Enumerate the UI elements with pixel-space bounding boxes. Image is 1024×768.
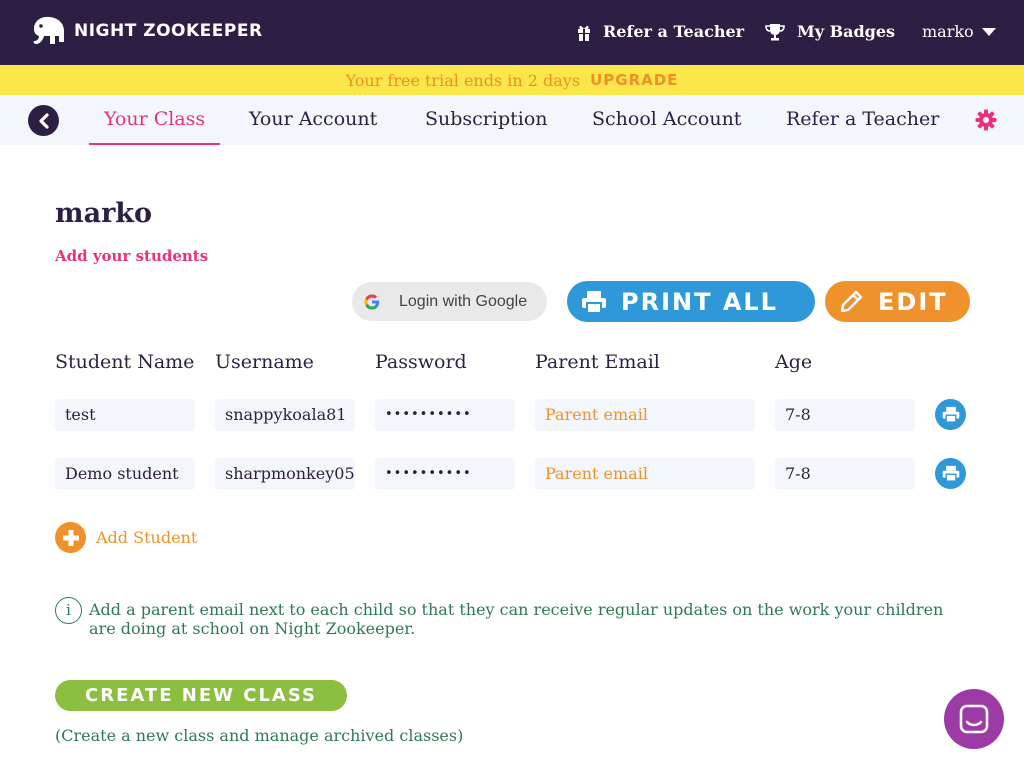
column-header-student-name: Student Name [55, 351, 195, 373]
chevron-left-icon [38, 112, 49, 129]
print-all-label: PRINT ALL [621, 287, 778, 316]
print-student-button[interactable] [935, 458, 966, 489]
username-field[interactable]: snappykoala81 [215, 399, 355, 431]
student-name-field[interactable]: Demo student [55, 458, 195, 490]
tab-your-account[interactable]: Your Account [234, 95, 392, 145]
elephant-logo-icon [33, 16, 64, 44]
parent-email-field[interactable]: Parent email [535, 399, 755, 431]
username-field[interactable]: sharpmonkey05 [215, 458, 355, 490]
tab-school-account[interactable]: School Account [577, 95, 756, 145]
upgrade-link[interactable]: UPGRADE [590, 71, 678, 89]
logo-text: NIGHT ZOOKEEPER [74, 21, 263, 41]
refer-teacher-label: Refer a Teacher [603, 22, 745, 41]
user-name: marko [922, 22, 974, 41]
login-with-google-label: Login with Google [399, 292, 528, 310]
info-icon: i [55, 597, 82, 624]
add-students-heading: Add your students [55, 247, 209, 265]
edit-button[interactable]: EDIT [825, 281, 970, 322]
printer-icon [942, 406, 959, 423]
print-all-button[interactable]: PRINT ALL [567, 281, 815, 322]
parent-email-field[interactable]: Parent email [535, 458, 755, 490]
tab-navigation: Your Class Your Account Subscription Sch… [0, 95, 1024, 145]
trial-banner: Your free trial ends in 2 days UPGRADE [0, 65, 1024, 95]
class-title: marko [55, 198, 153, 229]
plus-icon [55, 522, 86, 553]
parent-email-info: i Add a parent email next to each child … [55, 597, 975, 638]
logo[interactable]: NIGHT ZOOKEEPER [30, 15, 263, 47]
trial-message: Your free trial ends in 2 days [345, 70, 581, 90]
create-new-class-button[interactable]: CREATE NEW CLASS [55, 680, 347, 711]
age-select[interactable]: 7-8 [775, 458, 915, 490]
user-menu[interactable]: marko [922, 22, 996, 41]
password-field[interactable]: •••••••••• [375, 399, 515, 431]
gear-icon[interactable] [975, 109, 997, 131]
print-student-button[interactable] [935, 399, 966, 430]
my-badges-label: My Badges [797, 22, 896, 41]
chat-launcher-button[interactable] [944, 689, 1004, 749]
column-header-password: Password [375, 351, 467, 373]
column-header-username: Username [215, 351, 314, 373]
trophy-icon [765, 23, 785, 40]
pencil-icon [840, 290, 863, 312]
student-name-field[interactable]: test [55, 399, 195, 431]
my-badges-link[interactable]: My Badges [765, 22, 895, 41]
add-student-button[interactable]: Add Student [55, 522, 197, 553]
edit-label: EDIT [878, 287, 948, 316]
tab-your-class[interactable]: Your Class [89, 95, 221, 145]
tab-subscription[interactable]: Subscription [410, 95, 563, 145]
column-header-parent-email: Parent Email [535, 351, 660, 373]
google-icon [364, 294, 380, 309]
info-text: Add a parent email next to each child so… [89, 600, 944, 638]
age-select[interactable]: 7-8 [775, 399, 915, 431]
gift-icon [578, 25, 590, 41]
column-header-age: Age [775, 351, 813, 373]
login-with-google-button[interactable]: Login with Google [352, 282, 547, 321]
refer-teacher-link[interactable]: Refer a Teacher [577, 22, 744, 41]
add-student-label: Add Student [96, 528, 198, 547]
password-field[interactable]: •••••••••• [375, 458, 515, 490]
create-class-note: (Create a new class and manage archived … [55, 726, 464, 745]
top-header: NIGHT ZOOKEEPER Refer a Teacher My Badge… [0, 0, 1024, 65]
chevron-down-icon [981, 27, 996, 36]
chat-icon [959, 704, 989, 734]
printer-icon [942, 465, 959, 482]
printer-icon [582, 290, 606, 314]
back-button[interactable] [28, 105, 59, 136]
tab-refer-teacher[interactable]: Refer a Teacher [771, 95, 954, 145]
